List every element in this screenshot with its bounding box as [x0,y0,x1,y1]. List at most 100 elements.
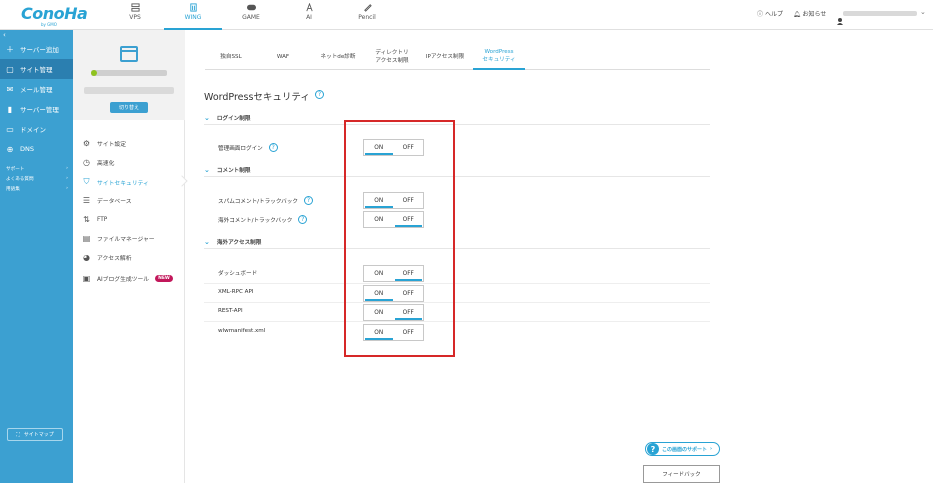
section-comment-restriction[interactable]: ⌄ コメント制限 [204,164,710,177]
user-icon [837,18,843,25]
ai-icon [305,3,313,12]
tab-directory-access[interactable]: ディレクトリ アクセス制限 [367,44,417,70]
question-icon[interactable]: ? [303,196,313,205]
logo-text: ConoHa [21,4,88,23]
row-label-wlwmanifest: wlwmanifest.xml [218,328,265,334]
menu-item-label: 高速化 [97,161,115,167]
sidebar-link-label: 用語集 [6,187,20,192]
menu-item-label: AIブログ生成ツール [97,277,150,283]
mail-icon: ✉ [6,84,14,94]
ftp-icon: ⇅ [83,215,90,224]
database-icon: ☰ [82,196,91,205]
tab-ssl[interactable]: 独自SSL [205,44,257,70]
top-header: ConoHa by GMO VPS WING GAME AI Pencil ⓘ … [0,0,933,30]
topnav-game[interactable]: GAME [222,0,280,30]
section-login-restriction[interactable]: ⌄ ログイン制限 [204,112,710,125]
help-icon: ⓘ [757,11,764,18]
sidebar-link-faq[interactable]: よくある質問 › [6,176,68,182]
tab-waf[interactable]: WAF [257,44,309,70]
chart-icon: ▮ [7,104,13,114]
tab-label-line2: アクセス制限 [375,58,409,64]
support-label: この画面のサポート [662,446,708,453]
switch-site-button[interactable]: 切り替え [110,102,148,113]
menu-item-site-security[interactable]: ⛉ サイトセキュリティ [82,177,149,187]
menu-item-access-analytics[interactable]: ◕ アクセス解析 [82,253,132,262]
sidebar-item-label: ドメイン [20,126,46,134]
section-title: コメント制限 [216,168,251,174]
section-foreign-access-restriction[interactable]: ⌄ 海外アクセス制限 [204,236,710,249]
tag-icon: ▭ [6,124,14,134]
row-divider [204,283,710,284]
collapse-sidebar-icon[interactable]: ‹ [3,31,6,39]
sidebar-link-glossary[interactable]: 用語集 › [6,186,68,192]
sidebar-item-label: サーバー追加 [20,46,59,54]
question-icon[interactable]: ? [298,215,308,224]
sidebar-item-label: サーバー管理 [20,106,59,114]
pie-icon: ◕ [83,253,90,262]
site-card: 切り替え [73,30,185,120]
menu-item-label: サイト設定 [97,142,126,148]
section-title: 海外アクセス制限 [216,240,262,246]
page-support-button[interactable]: ? この画面のサポート › [645,442,720,456]
topnav-label: WING [184,14,202,21]
row-label-text: 海外コメント/トラックバック [218,217,293,224]
topnav-wing[interactable]: WING [164,0,222,30]
menu-item-file-manager[interactable]: ▤ ファイルマネージャー [82,234,155,243]
shield-icon: ⛉ [83,177,90,186]
sidebar-item-mail[interactable]: ✉ メール管理 [0,79,73,99]
menu-item-label: アクセス解析 [97,256,132,262]
topnav-label: VPS [129,14,141,21]
notice-link[interactable]: 🔔︎ お知らせ [793,9,826,18]
sidebar-item-server[interactable]: ▮ サーバー管理 [0,99,73,119]
sidebar-item-domain[interactable]: ▭ ドメイン [0,119,73,139]
row-label-text: スパムコメント/トラックバック [218,198,298,205]
question-icon: ? [647,443,659,455]
sidebar-item-label: サイト管理 [20,66,53,74]
menu-item-ftp[interactable]: ⇅ FTP [82,215,107,224]
site-panel: 切り替え ⚙ サイト設定 ◷ 高速化 ⛉ サイトセキュリティ ☰ データベース … [73,30,185,483]
sidebar-item-add-server[interactable]: ＋ サーバー追加 [0,39,73,59]
highlight-annotation-box [344,120,455,357]
menu-item-label: サイトセキュリティ [97,180,149,187]
topnav-label: Pencil [358,14,376,21]
sitemap-button[interactable]: ⛶ サイトマップ [7,428,63,441]
help-link[interactable]: ⓘ ヘルプ [757,9,783,18]
main-sidebar: ‹ ＋ サーバー追加 ▢ サイト管理 ✉ メール管理 ▮ サーバー管理 ▭ ドメ… [0,30,73,483]
menu-item-database[interactable]: ☰ データベース [82,196,132,205]
account-name-blurred [843,11,917,16]
menu-item-site-settings[interactable]: ⚙ サイト設定 [82,139,126,148]
tab-wordpress-security[interactable]: WordPress セキュリティ [473,44,525,70]
menu-item-ai-blog[interactable]: ▣ AIブログ生成ツール NEW [82,274,173,283]
site-url-blurred [84,87,174,94]
sidebar-link-support[interactable]: サポート › [6,166,68,172]
topnav-pencil[interactable]: Pencil [338,0,396,30]
browser-icon: ▢ [6,64,14,74]
tab-ip-access[interactable]: IPアクセス制限 [417,44,473,70]
speed-icon: ◷ [83,158,90,167]
help-label: ヘルプ [764,11,783,18]
tab-label: WAF [276,54,290,60]
tab-net-diagnosis[interactable]: ネットde診断 [309,44,367,70]
sidebar-item-dns[interactable]: ⊕ DNS [0,139,73,159]
question-icon[interactable]: ? [268,143,278,152]
page-title: WordPressセキュリティ [204,92,310,103]
tab-label-line2: セキュリティ [482,57,516,63]
row-label-spam-comment: スパムコメント/トラックバック ? [218,196,313,205]
ai-doc-icon: ▣ [82,274,91,283]
row-label-text: XML-RPC API [218,289,254,295]
menu-item-speed[interactable]: ◷ 高速化 [82,158,114,167]
conoha-logo[interactable]: ConoHa by GMO [21,4,88,27]
topnav-vps[interactable]: VPS [106,0,164,30]
question-icon[interactable]: ? [315,90,324,99]
sidebar-item-site-management[interactable]: ▢ サイト管理 [0,59,73,79]
topnav-ai[interactable]: AI [280,0,338,30]
topnav-label: GAME [242,14,260,21]
row-divider [204,321,710,322]
sidebar-link-label: サポート [6,167,25,172]
feedback-button[interactable]: フィードバック [643,465,720,483]
chevron-down-icon[interactable]: ⌄ [920,8,926,16]
tab-label: ディレクトリ [375,50,409,56]
notice-label: お知らせ [802,11,827,18]
chevron-down-icon: ⌄ [204,114,210,122]
tab-label: 独自SSL [220,54,242,60]
